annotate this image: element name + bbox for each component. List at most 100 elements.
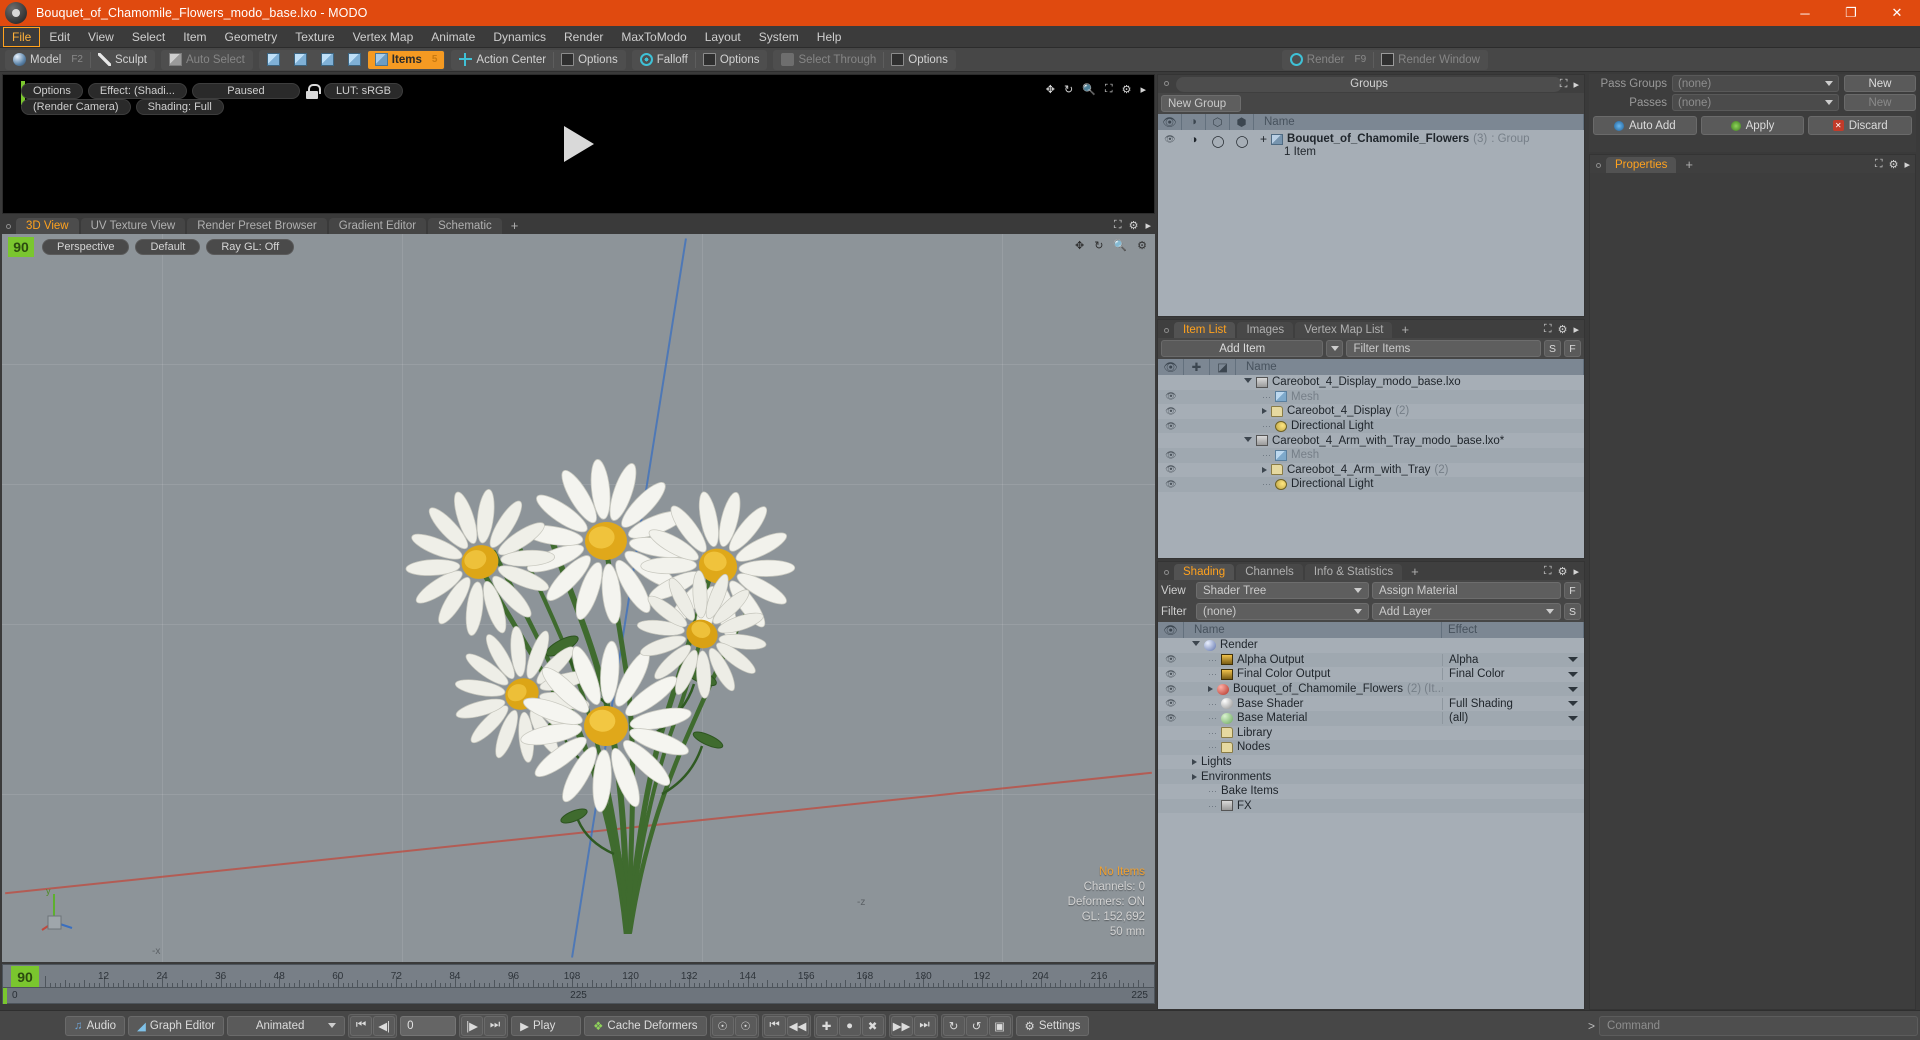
pass-groups-select[interactable]: (none) xyxy=(1672,75,1839,92)
row-visibility-toggle[interactable]: 👁 xyxy=(1158,669,1184,680)
ray-gl-button[interactable]: Ray GL: Off xyxy=(206,239,295,255)
select-through-options-button[interactable]: Options xyxy=(884,51,955,69)
cycle-button[interactable]: ↺ xyxy=(965,1015,988,1036)
table-row[interactable]: ··· Bake Items xyxy=(1158,784,1584,799)
settings-button[interactable]: ⚙ Settings xyxy=(1015,1015,1090,1036)
3d-viewport[interactable]: 90 Perspective Default Ray GL: Off ✥ ↻ 🔍… xyxy=(2,234,1155,962)
table-row[interactable]: 👁 ··· Directional Light xyxy=(1158,418,1584,434)
graph-editor-button[interactable]: ◢ Graph Editor xyxy=(128,1015,225,1036)
passes-select[interactable]: (none) xyxy=(1672,94,1839,111)
expand-triangle-icon[interactable] xyxy=(1262,408,1267,415)
menu-item-edit[interactable]: Edit xyxy=(40,27,79,47)
row-visibility-toggle[interactable]: 👁 xyxy=(1158,464,1184,475)
menu-item-geometry[interactable]: Geometry xyxy=(216,27,287,47)
discard-button[interactable]: ✕ Discard xyxy=(1808,116,1913,135)
view-select[interactable]: Shader Tree xyxy=(1196,582,1370,599)
menu-item-layout[interactable]: Layout xyxy=(696,27,750,47)
perspective-button[interactable]: Perspective xyxy=(42,239,130,255)
animated-select[interactable]: Animated xyxy=(227,1015,346,1036)
table-row[interactable]: 👁 ··· Alpha Output Alpha xyxy=(1158,652,1584,668)
row-lock-toggle[interactable]: ◯ xyxy=(1206,132,1230,148)
row-visibility-toggle[interactable]: 👁 xyxy=(1158,132,1182,145)
menu-item-render[interactable]: Render xyxy=(555,27,612,47)
chevron-right-icon[interactable]: ▸ xyxy=(1573,78,1579,91)
rotate-icon[interactable]: ↻ xyxy=(1064,83,1073,96)
gear-icon[interactable]: ⚙ xyxy=(1137,239,1147,252)
shading-s-button[interactable]: S xyxy=(1564,603,1581,620)
chevron-right-icon[interactable]: ▸ xyxy=(1573,323,1579,336)
timeline-ruler[interactable]: 90 12 24 36 48 60 72 84 96 108 120 132 144 156 168 180… xyxy=(2,964,1155,988)
render-camera-button[interactable]: (Render Camera) xyxy=(21,99,131,115)
add-tab-button[interactable]: + xyxy=(1404,564,1426,580)
zoom-icon[interactable]: 🔍 xyxy=(1113,239,1127,252)
menu-item-select[interactable]: Select xyxy=(123,27,174,47)
falloff-options-button[interactable]: Options xyxy=(696,51,767,69)
row-visibility-toggle[interactable]: 👁 xyxy=(1158,713,1184,724)
groups-tree-body[interactable]: 👁 ◑ ◯ ◯ + Bouquet_of_Chamomile_Flowers (… xyxy=(1158,130,1584,316)
item-list-tree-body[interactable]: Careobot_4_Display_modo_base.lxo 👁 ··· Mesh… xyxy=(1158,375,1584,558)
table-row[interactable]: 👁 ··· Base Shader Full Shading xyxy=(1158,696,1584,711)
key-next-button[interactable]: ▶▶ xyxy=(890,1015,913,1036)
maximize-button[interactable]: ❐ xyxy=(1828,0,1874,26)
assign-material-button[interactable]: Assign Material xyxy=(1372,582,1561,599)
render-button[interactable]: Render F9 xyxy=(1283,51,1373,69)
range-start-marker[interactable] xyxy=(3,988,7,1004)
timeline-range-bar[interactable]: 0 225 225 xyxy=(2,988,1155,1004)
preview-effect-button[interactable]: Effect: (Shadi... xyxy=(87,83,187,99)
polygon-mode-button[interactable] xyxy=(314,51,341,69)
effect-select[interactable] xyxy=(1442,686,1584,692)
table-row[interactable]: Environments xyxy=(1158,769,1584,784)
action-center-button[interactable]: Action Center xyxy=(452,51,553,69)
effect-select[interactable]: (all) xyxy=(1442,712,1584,725)
render-window-button[interactable]: Render Window xyxy=(1374,51,1487,69)
add-key-button[interactable]: ✚ xyxy=(815,1015,838,1036)
effect-select[interactable]: Full Shading xyxy=(1442,697,1584,710)
gear-icon[interactable]: ⚙ xyxy=(1122,83,1132,96)
collapse-triangle-icon[interactable] xyxy=(1244,378,1252,386)
chevron-right-icon[interactable]: ▸ xyxy=(1573,565,1579,578)
table-row[interactable]: 👁 ◑ ◯ ◯ + Bouquet_of_Chamomile_Flowers (… xyxy=(1158,130,1584,158)
menu-item-view[interactable]: View xyxy=(79,27,123,47)
cache-deformers-button[interactable]: ❖ Cache Deformers xyxy=(584,1015,707,1036)
gear-icon[interactable]: ⚙ xyxy=(1558,323,1568,336)
remove-key-button[interactable]: ✖ xyxy=(861,1015,884,1036)
pan-icon[interactable]: ✥ xyxy=(1075,239,1084,252)
add-tab-button[interactable]: + xyxy=(504,218,526,234)
panel-dot-icon[interactable] xyxy=(1596,163,1601,168)
table-row[interactable]: ··· FX xyxy=(1158,798,1584,814)
add-layer-select[interactable]: Add Layer xyxy=(1372,603,1561,620)
row-visibility-toggle[interactable]: 👁 xyxy=(1158,421,1184,432)
preview-shading-button[interactable]: Shading: Full xyxy=(135,99,224,115)
filter-s-button[interactable]: S xyxy=(1544,340,1561,357)
collapse-triangle-icon[interactable] xyxy=(1244,436,1252,445)
filter-select[interactable]: (none) xyxy=(1196,603,1370,620)
tab-item-list[interactable]: Item List xyxy=(1174,322,1236,338)
apply-button[interactable]: Apply xyxy=(1700,116,1805,135)
preview-paused-button[interactable]: Paused xyxy=(191,83,300,99)
table-row[interactable]: Careobot_4_Arm_with_Tray_modo_base.lxo* xyxy=(1158,433,1584,448)
chevron-right-icon[interactable]: ▸ xyxy=(1140,83,1146,96)
go-to-start-button[interactable]: ⏮ xyxy=(350,1015,373,1036)
fit-icon[interactable]: ⛶ xyxy=(1105,83,1113,96)
panel-dot-icon[interactable] xyxy=(1164,81,1169,86)
shading-f-button[interactable]: F xyxy=(1564,582,1581,599)
add-tab-button[interactable]: + xyxy=(1394,322,1416,338)
tab-3d-view[interactable]: 3D View xyxy=(16,218,79,234)
table-row[interactable]: 👁 ··· Directional Light xyxy=(1158,477,1584,492)
menu-item-dynamics[interactable]: Dynamics xyxy=(484,27,555,47)
tab-images[interactable]: Images xyxy=(1237,322,1294,338)
expand-icon[interactable]: ⛶ xyxy=(1875,158,1883,171)
table-row[interactable]: Careobot_4_Display_modo_base.lxo xyxy=(1158,375,1584,390)
go-to-end-button[interactable]: ⏭ xyxy=(484,1015,507,1036)
sculpt-mode-button[interactable]: Sculpt xyxy=(91,51,154,69)
menu-item-help[interactable]: Help xyxy=(808,27,851,47)
menu-item-system[interactable]: System xyxy=(750,27,808,47)
menu-item-file[interactable]: File xyxy=(3,26,41,47)
table-row[interactable]: 👁 ··· Final Color Output Final Color xyxy=(1158,667,1584,682)
prev-key-button[interactable]: ☉ xyxy=(711,1015,734,1036)
panel-dot-icon[interactable] xyxy=(1164,328,1169,333)
tab-info-statistics[interactable]: Info & Statistics xyxy=(1304,564,1403,580)
table-row[interactable]: 👁 Careobot_4_Display (2) xyxy=(1158,404,1584,419)
key-last-button[interactable]: ⏭ xyxy=(913,1015,936,1036)
filter-items-input[interactable]: Filter Items xyxy=(1346,340,1541,357)
